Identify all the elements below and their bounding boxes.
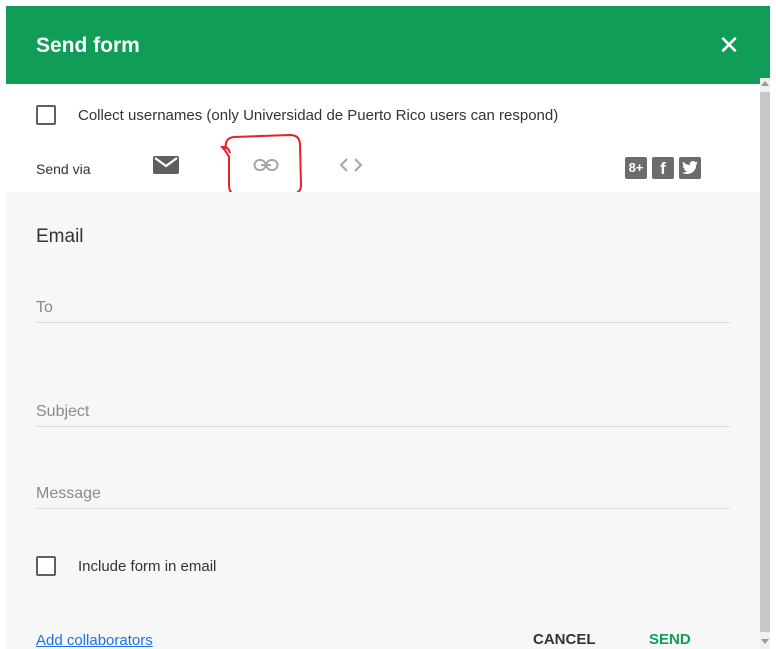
tab-link[interactable]: [221, 146, 313, 192]
twitter-bird-glyph: [682, 161, 698, 174]
to-input[interactable]: [36, 294, 730, 322]
include-form-checkbox[interactable]: [36, 556, 56, 576]
message-field: [36, 480, 730, 509]
send-button[interactable]: SEND: [649, 631, 691, 648]
close-icon[interactable]: ✕: [716, 32, 742, 58]
scroll-up-arrow-icon[interactable]: [761, 81, 769, 86]
tab-email[interactable]: [121, 146, 213, 194]
cancel-button[interactable]: CANCEL: [533, 631, 596, 648]
send-via-label: Send via: [36, 161, 91, 177]
add-collaborators-link[interactable]: Add collaborators: [36, 632, 153, 649]
subject-input[interactable]: [36, 398, 730, 426]
include-form-label: Include form in email: [78, 558, 217, 575]
facebook-icon[interactable]: f: [652, 157, 674, 179]
dialog-header: Send form ✕: [6, 6, 770, 84]
twitter-icon[interactable]: [679, 157, 701, 179]
link-icon: [253, 159, 279, 171]
send-form-dialog: Send form ✕ Collect usernames (only Univ…: [6, 6, 770, 649]
subject-field: [36, 398, 730, 427]
email-section-title: Email: [36, 226, 84, 247]
scrollbar[interactable]: [760, 78, 770, 649]
dialog-title: Send form: [36, 34, 140, 57]
embed-code-icon: [339, 158, 363, 172]
collect-usernames-checkbox[interactable]: [36, 105, 56, 125]
scrollbar-thumb[interactable]: [760, 92, 770, 632]
message-input[interactable]: [36, 480, 730, 508]
to-field: [36, 294, 730, 323]
collect-usernames-label: Collect usernames (only Universidad de P…: [78, 107, 559, 124]
scroll-down-arrow-icon[interactable]: [761, 639, 769, 644]
google-plus-icon[interactable]: 8+: [625, 157, 647, 179]
tab-embed[interactable]: [306, 146, 398, 192]
envelope-icon: [153, 156, 179, 174]
